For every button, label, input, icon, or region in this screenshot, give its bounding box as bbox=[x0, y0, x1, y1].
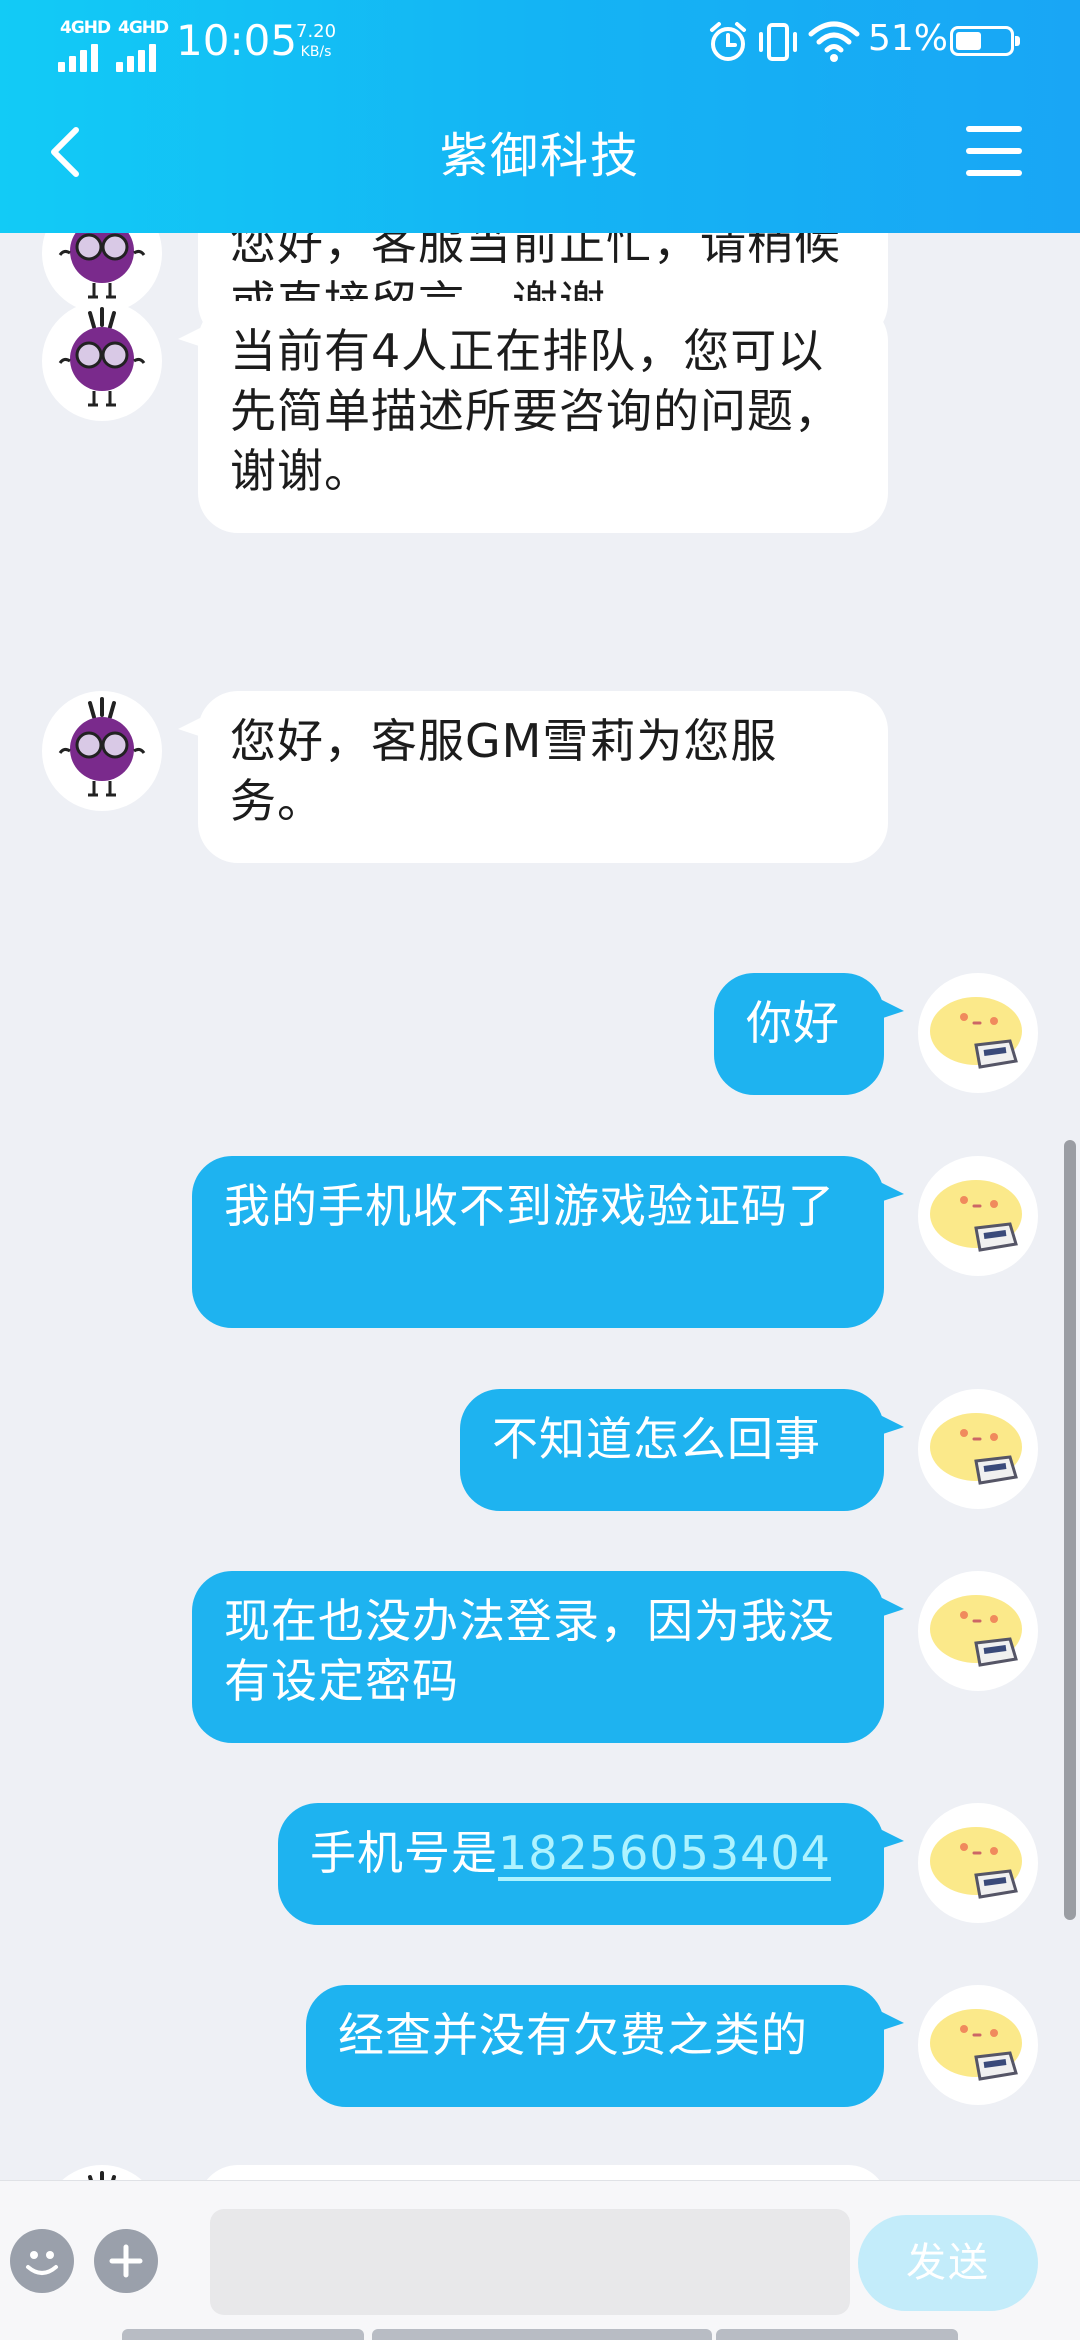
menu-button[interactable] bbox=[966, 126, 1022, 178]
yellow-chick-icon bbox=[930, 1413, 1022, 1485]
signal-bars-icon bbox=[58, 40, 106, 72]
message-text: 你好 bbox=[746, 996, 840, 1050]
yellow-chick-icon bbox=[930, 2009, 1022, 2081]
agent-avatar[interactable] bbox=[42, 691, 162, 811]
message-text: 现在也没办法登录，因为我没有设定密码 bbox=[224, 1594, 835, 1708]
signal-bars-icon bbox=[116, 40, 164, 72]
battery-icon bbox=[950, 26, 1020, 56]
message-bubble[interactable] bbox=[198, 2165, 888, 2180]
chat-message-list[interactable]: 您好，客服当前正忙，请稍候或直接留言，谢谢。 当前有4人正在排队，您可以先简单描… bbox=[0, 233, 1080, 2180]
network-speed-unit: KB/s bbox=[300, 44, 332, 60]
home-indicator bbox=[122, 2329, 364, 2340]
message-bubble[interactable]: 您好，客服GM雪莉为您服务。 bbox=[198, 691, 888, 863]
message-text: 不知道怎么回事 bbox=[492, 1412, 821, 1466]
message-text: 您好，客服GM雪莉为您服务。 bbox=[230, 714, 778, 828]
message-bubble[interactable]: 我的手机收不到游戏验证码了 bbox=[192, 1156, 884, 1328]
message-bubble[interactable]: 你好 bbox=[714, 973, 884, 1095]
network-speed: 7.20 KB/s bbox=[296, 22, 336, 62]
message-text: 当前有4人正在排队，您可以先简单描述所要咨询的问题，谢谢。 bbox=[230, 324, 841, 498]
message-bubble[interactable]: 手机号是18256053404 bbox=[278, 1803, 884, 1925]
user-avatar[interactable] bbox=[918, 1985, 1038, 2105]
yellow-chick-icon bbox=[930, 1827, 1022, 1899]
agent-avatar[interactable] bbox=[42, 301, 162, 421]
emoji-button[interactable] bbox=[10, 2229, 74, 2293]
message-bubble[interactable]: 现在也没办法登录，因为我没有设定密码 bbox=[192, 1571, 884, 1743]
wifi-icon bbox=[808, 21, 860, 62]
home-indicator bbox=[716, 2329, 958, 2340]
vibrate-icon bbox=[759, 23, 797, 61]
purple-mascot-icon bbox=[58, 307, 146, 407]
user-avatar[interactable] bbox=[918, 1571, 1038, 1691]
network-speed-value: 7.20 bbox=[296, 21, 337, 42]
message-input-bar: 发送 bbox=[0, 2180, 1080, 2340]
clock-time: 10:05 bbox=[176, 16, 298, 65]
message-text: 手机号是 bbox=[310, 1826, 498, 1880]
status-bar: 4GHD 4GHD 10:05 7.20 KB/s 51% bbox=[0, 0, 1080, 84]
yellow-chick-icon bbox=[930, 997, 1022, 1069]
user-avatar[interactable] bbox=[918, 1803, 1038, 1923]
user-avatar[interactable] bbox=[918, 1389, 1038, 1509]
message-input[interactable] bbox=[210, 2209, 850, 2315]
message-bubble[interactable]: 当前有4人正在排队，您可以先简单描述所要咨询的问题，谢谢。 bbox=[198, 301, 888, 533]
message-bubble[interactable]: 经查并没有欠费之类的 bbox=[306, 1985, 884, 2107]
alarm-icon bbox=[710, 22, 746, 61]
network-type-2: 4GHD bbox=[118, 18, 169, 38]
plus-icon bbox=[109, 2244, 143, 2278]
scrollbar[interactable] bbox=[1064, 1140, 1076, 1920]
user-avatar[interactable] bbox=[918, 973, 1038, 1093]
page-title: 紫御科技 bbox=[439, 128, 640, 184]
message-text: 我的手机收不到游戏验证码了 bbox=[224, 1179, 835, 1233]
yellow-chick-icon bbox=[930, 1595, 1022, 1667]
emoji-icon bbox=[26, 2251, 58, 2275]
message-text: 经查并没有欠费之类的 bbox=[338, 2008, 808, 2062]
purple-mascot-icon bbox=[88, 2171, 116, 2180]
battery-percent: 51% bbox=[868, 18, 949, 59]
message-bubble[interactable]: 不知道怎么回事 bbox=[460, 1389, 884, 1511]
phone-number-link[interactable]: 18256053404 bbox=[498, 1826, 831, 1880]
navigation-bar: 紫御科技 bbox=[0, 90, 1080, 233]
user-avatar[interactable] bbox=[918, 1156, 1038, 1276]
header-bar: 4GHD 4GHD 10:05 7.20 KB/s 51% 紫御科技 bbox=[0, 0, 1080, 233]
send-button[interactable]: 发送 bbox=[858, 2215, 1038, 2311]
network-type-1: 4GHD bbox=[60, 18, 111, 38]
yellow-chick-icon bbox=[930, 1180, 1022, 1252]
add-button[interactable] bbox=[94, 2229, 158, 2293]
purple-mascot-icon bbox=[58, 697, 146, 797]
agent-avatar[interactable] bbox=[42, 2165, 162, 2180]
home-indicator bbox=[372, 2329, 712, 2340]
